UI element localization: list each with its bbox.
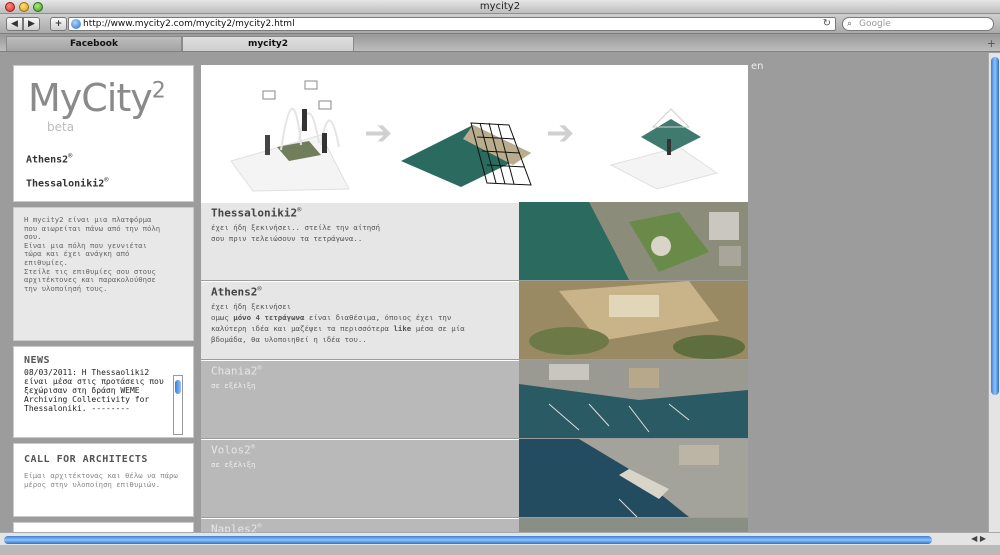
address-url: http://www.mycity2.com/mycity2/mycity2.h… xyxy=(83,19,295,29)
news-text: 08/03/2011: Η Thessaoliki2 είναι μέσα στ… xyxy=(24,368,164,413)
arrow-right-icon: ➔ xyxy=(546,113,575,153)
back-button[interactable]: ◀ xyxy=(6,17,23,31)
thessaloniki2-link[interactable]: Thessaloniki2® xyxy=(26,176,109,189)
city-row-volos2[interactable]: Volos2® σε εξέλιξη xyxy=(201,439,748,517)
arrow-right-icon: ➔ xyxy=(364,113,393,153)
tab-strip: Facebook mycity2 + xyxy=(0,35,1000,52)
city-description: σε εξέλιξη xyxy=(211,459,256,469)
window-title: mycity2 xyxy=(479,1,521,12)
search-input[interactable]: ⌕ Google xyxy=(842,17,994,31)
about-panel: Η mycity2 είναι μια πλατφόρμα που αιωρεί… xyxy=(13,207,194,341)
mycity2-logo[interactable]: MyCity2 xyxy=(28,76,166,120)
vertical-scroll-thumb[interactable] xyxy=(991,57,999,395)
minimize-window-button[interactable] xyxy=(19,2,29,12)
logo-panel: MyCity2 beta Athens2® Thessaloniki2® xyxy=(13,65,194,202)
city-description: έχει ήδη ξεκινήσει ομως μόνο 4 τετράγωνα… xyxy=(211,301,465,344)
left-column: MyCity2 beta Athens2® Thessaloniki2® Η m… xyxy=(13,65,194,532)
language-link-en[interactable]: en xyxy=(751,61,764,72)
zoom-window-button[interactable] xyxy=(33,2,43,12)
tab-facebook[interactable]: Facebook xyxy=(6,36,182,51)
horizontal-scroll-thumb[interactable] xyxy=(4,536,932,544)
architects-title[interactable]: CALL FOR ARCHITECTS xyxy=(24,454,183,465)
reload-icon[interactable]: ↻ xyxy=(823,18,831,30)
city-row-athens2[interactable]: Athens2® έχει ήδη ξεκινήσει ομως μόνο 4 … xyxy=(201,281,748,359)
browser-toolbar: ◀ ▶ + http://www.mycity2.com/mycity2/myc… xyxy=(0,14,1000,34)
window-titlebar: mycity2 xyxy=(0,0,1000,14)
city-name[interactable]: Athens2® xyxy=(211,285,509,299)
search-icon: ⌕ xyxy=(847,19,853,29)
about-line: που αιωρείται πάνω από την πόλη xyxy=(24,223,161,233)
news-title: NEWS xyxy=(24,355,51,366)
vertical-scrollbar[interactable] xyxy=(988,53,1000,532)
beta-label: beta xyxy=(47,120,75,134)
globe-icon xyxy=(71,19,81,29)
city-name[interactable]: Chania2® xyxy=(211,364,509,378)
search-placeholder: Google xyxy=(859,19,891,29)
chania-aerial-photo[interactable] xyxy=(519,360,748,438)
news-scroll-thumb[interactable] xyxy=(175,380,181,394)
add-bookmark-button[interactable]: + xyxy=(50,17,67,31)
city-row-thessaloniki2[interactable]: Thessaloniki2® έχει ήδη ξεκινήσει.. στεί… xyxy=(201,202,748,280)
thessaloniki-aerial-photo[interactable] xyxy=(519,202,748,280)
close-window-button[interactable] xyxy=(5,2,15,12)
concept-diagram xyxy=(230,80,719,192)
athens-aerial-photo[interactable] xyxy=(519,281,748,359)
city-info: Naples2® xyxy=(201,518,519,532)
city-name[interactable]: Thessaloniki2® xyxy=(211,206,509,220)
city-info: Volos2® σε εξέλιξη xyxy=(201,439,519,517)
page-viewport: MyCity2 beta Athens2® Thessaloniki2® Η m… xyxy=(0,53,988,532)
hero-illustration: ➔ ➔ xyxy=(201,65,748,202)
athens2-link[interactable]: Athens2® xyxy=(26,152,72,165)
about-line: την υλοποίησή τους. xyxy=(24,283,108,293)
city-name[interactable]: Volos2® xyxy=(211,443,509,457)
city-description: σε εξέλιξη xyxy=(211,380,256,390)
city-info: Chania2® σε εξέλιξη xyxy=(201,360,519,438)
news-panel: NEWS 08/03/2011: Η Thessaoliki2 είναι μέ… xyxy=(13,346,194,438)
news-scrollbar[interactable] xyxy=(173,375,183,435)
city-description: έχει ήδη ξεκινήσει.. στείλε την αίτησή σ… xyxy=(211,222,381,243)
scroll-arrows-icon[interactable]: ◀ ▶ xyxy=(971,534,986,543)
city-info: Athens2® έχει ήδη ξεκινήσει ομως μόνο 4 … xyxy=(201,281,519,359)
forward-button[interactable]: ▶ xyxy=(23,17,40,31)
city-row-naples2[interactable]: Naples2® xyxy=(201,518,748,532)
new-tab-icon[interactable]: + xyxy=(987,37,996,50)
city-name[interactable]: Naples2® xyxy=(211,522,509,532)
city-info: Thessaloniki2® έχει ήδη ξεκινήσει.. στεί… xyxy=(201,202,519,280)
architects-panel[interactable]: CALL FOR ARCHITECTS Είμαι αρχιτέκτονας κ… xyxy=(13,443,194,517)
bottom-panel xyxy=(13,522,194,532)
architects-text: Είμαι αρχιτέκτονας και θέλω να πάρω μέρο… xyxy=(24,471,178,489)
volos-aerial-photo[interactable] xyxy=(519,439,748,517)
city-row-chania2[interactable]: Chania2® σε εξέλιξη xyxy=(201,360,748,438)
status-bar xyxy=(0,545,1000,555)
tab-mycity2[interactable]: mycity2 xyxy=(182,36,354,51)
horizontal-scrollbar[interactable]: ◀ ▶ xyxy=(0,532,1000,545)
address-bar[interactable]: http://www.mycity2.com/mycity2/mycity2.h… xyxy=(68,17,836,31)
naples-aerial-photo[interactable] xyxy=(519,518,748,532)
